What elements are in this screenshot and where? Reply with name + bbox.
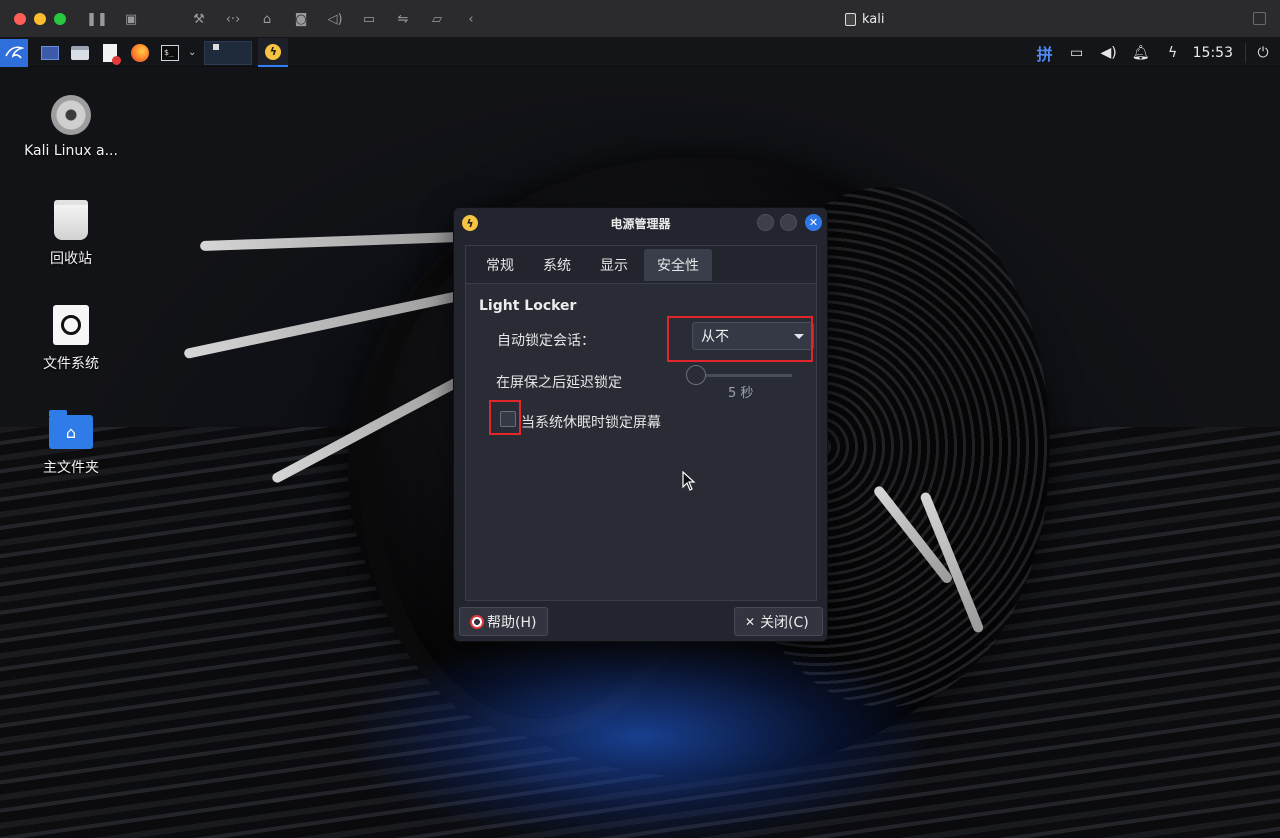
auto-lock-label: 自动锁定会话： xyxy=(497,333,595,349)
show-desktop-launcher[interactable] xyxy=(38,41,62,65)
network-icon[interactable]: ▭ xyxy=(1061,38,1093,67)
tab-bar: 常规 系统 显示 安全性 xyxy=(466,246,816,284)
camera-user-icon[interactable]: ◙ xyxy=(284,0,318,38)
top-panel: $_ ⌄ ϟ 拼 ▭ ◀) 🔔︎ ϟ 15:53 ⏻ xyxy=(0,38,1280,67)
terminal-launcher[interactable]: $_ xyxy=(158,41,182,65)
chevron-down-icon[interactable]: ⌄ xyxy=(188,47,196,58)
trash-icon xyxy=(54,200,88,240)
folder-icon xyxy=(71,45,89,60)
close-x-icon: ✕ xyxy=(745,614,756,629)
tab-system[interactable]: 系统 xyxy=(530,249,584,281)
desktop-icon-label: 文件系统 xyxy=(43,356,99,372)
shared-folder-icon[interactable]: ▱ xyxy=(420,0,454,38)
clock[interactable]: 15:53 xyxy=(1189,42,1246,63)
file-manager-launcher[interactable] xyxy=(68,41,92,65)
logout-icon[interactable]: ⏻ xyxy=(1246,45,1280,61)
tab-display[interactable]: 显示 xyxy=(587,249,641,281)
back-chevron-icon[interactable]: ‹ xyxy=(454,0,488,38)
tab-security[interactable]: 安全性 xyxy=(644,248,712,281)
host-toolbar: ❚❚ ▣ ⚒ ‹·› ⌂ ◙ ◁) ▭ ⇋ ▱ ‹ xyxy=(80,0,488,38)
desktop-icon-filesystem[interactable]: 文件系统 xyxy=(16,305,126,373)
delay-slider-knob[interactable] xyxy=(686,365,706,385)
delay-slider-track[interactable] xyxy=(696,374,792,377)
text-editor-launcher[interactable] xyxy=(98,41,122,65)
lock-on-sleep-label[interactable]: 当系统休眠时锁定屏幕 xyxy=(521,412,661,432)
lightning-icon: ϟ xyxy=(265,43,282,60)
close-window-button[interactable] xyxy=(14,13,26,25)
power-icon[interactable]: ϟ xyxy=(1157,38,1189,67)
desktop-icon-home[interactable]: ⌂ 主文件夹 xyxy=(16,410,126,477)
firefox-icon xyxy=(131,43,149,62)
tab-general[interactable]: 常规 xyxy=(473,249,527,281)
host-title: kali xyxy=(845,11,885,27)
desktop-icon-label: 回收站 xyxy=(50,251,92,267)
wallpaper-glow xyxy=(340,627,940,838)
taskbar-power-manager[interactable]: ϟ xyxy=(258,38,289,67)
workspace-switcher[interactable] xyxy=(204,40,253,65)
code-icon[interactable]: ‹·› xyxy=(216,0,250,38)
wallpaper-claw xyxy=(199,232,461,252)
mouse-pointer-icon xyxy=(682,471,696,491)
close-button[interactable]: ✕ 关闭(C) xyxy=(734,607,823,636)
volume-icon[interactable]: ◀) xyxy=(1093,38,1125,67)
delay-lock-label: 在屏保之后延迟锁定 xyxy=(496,375,622,391)
desktop-icon-trash[interactable]: 回收站 xyxy=(16,200,126,268)
minimize-window-button[interactable] xyxy=(34,13,46,25)
desktop-icon-kali-iso[interactable]: Kali Linux a... xyxy=(16,95,126,159)
fullscreen-icon[interactable] xyxy=(1253,12,1266,25)
snapshot-icon[interactable]: ▣ xyxy=(114,0,148,38)
settings-wrench-icon[interactable]: ⚒ xyxy=(182,0,216,38)
minimize-button[interactable] xyxy=(757,214,774,231)
terminal-icon: $_ xyxy=(161,44,179,61)
help-button[interactable]: 帮助(H) xyxy=(459,607,548,636)
disc-icon xyxy=(51,95,91,135)
drive-icon[interactable]: ⌂ xyxy=(250,0,284,38)
kali-dragon-icon xyxy=(5,45,24,58)
close-icon[interactable]: ✕ xyxy=(805,214,822,231)
video-icon[interactable]: ▭ xyxy=(352,0,386,38)
notification-bell-icon[interactable]: 🔔︎ xyxy=(1125,38,1157,67)
delay-slider-value: 5 秒 xyxy=(728,386,754,401)
zoom-window-button[interactable] xyxy=(54,13,66,25)
maximize-button[interactable] xyxy=(780,214,797,231)
settings-notebook: 常规 系统 显示 安全性 Light Locker 自动锁定会话： 从不 在屏保… xyxy=(465,245,817,601)
help-button-label: 帮助(H) xyxy=(487,614,537,631)
usb-icon[interactable]: ⇋ xyxy=(386,0,420,38)
document-icon xyxy=(103,43,121,65)
home-folder-icon: ⌂ xyxy=(49,410,93,449)
lifebuoy-icon xyxy=(470,614,484,629)
firefox-launcher[interactable] xyxy=(128,41,152,65)
section-title: Light Locker xyxy=(479,298,577,314)
highlight-box-dropdown xyxy=(667,316,813,362)
desktop-icon-label: Kali Linux a... xyxy=(24,143,118,159)
sound-icon[interactable]: ◁) xyxy=(318,0,352,38)
kali-menu-button[interactable] xyxy=(0,38,28,67)
desktop-icon xyxy=(41,45,59,60)
host-titlebar: ❚❚ ▣ ⚒ ‹·› ⌂ ◙ ◁) ▭ ⇋ ▱ ‹ kali xyxy=(0,0,1280,38)
close-button-label: 关闭(C) xyxy=(760,614,809,631)
power-manager-dialog: ϟ 电源管理器 ✕ 常规 系统 显示 安全性 Light Locker 自动锁定… xyxy=(453,207,828,642)
lock-on-sleep-checkbox[interactable] xyxy=(500,411,516,427)
desktop-icon-label: 主文件夹 xyxy=(43,460,99,476)
input-method-indicator[interactable]: 拼 xyxy=(1029,38,1061,67)
document-icon xyxy=(845,12,856,26)
drive-icon xyxy=(53,305,89,345)
host-title-text: kali xyxy=(862,11,885,27)
pause-icon[interactable]: ❚❚ xyxy=(80,0,114,38)
